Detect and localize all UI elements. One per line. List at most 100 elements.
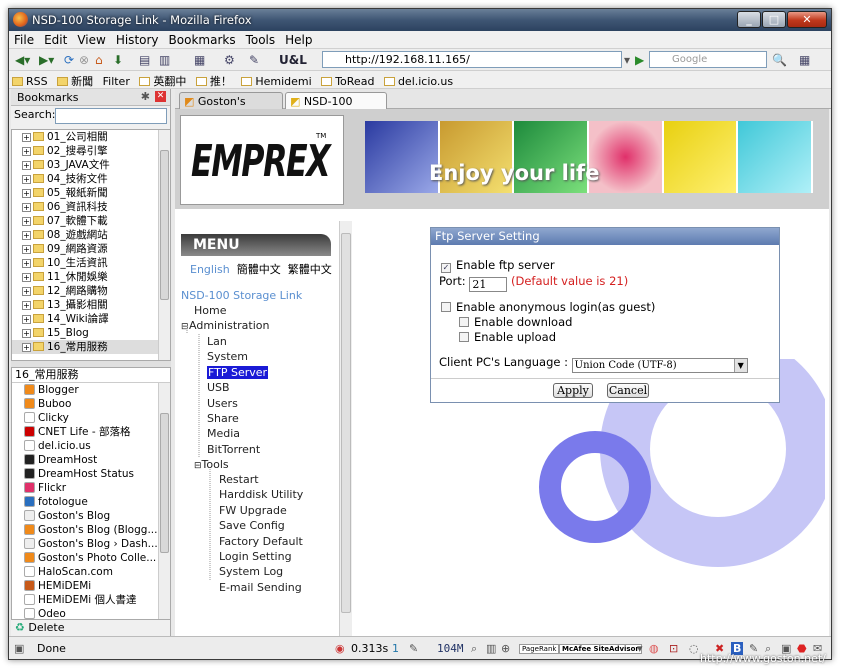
bookmark-item[interactable]: Goston's Photo Colle... xyxy=(12,551,170,565)
bookmark-item[interactable]: Goston's Blog xyxy=(12,509,170,523)
expand-icon[interactable]: + xyxy=(22,343,31,352)
bookmark-hemidemi[interactable]: Hemidemi xyxy=(238,73,314,88)
dropdown-icon[interactable]: ▾ xyxy=(637,642,643,655)
bookmark-item[interactable]: Buboo xyxy=(12,397,170,411)
bookmark-folder[interactable]: +07_軟體下載 xyxy=(12,214,170,228)
expand-icon[interactable]: + xyxy=(22,147,31,156)
lock-icon[interactable]: ⊡ xyxy=(669,642,678,655)
bookmark-filter[interactable]: Filter xyxy=(100,73,133,88)
bookmark-item[interactable]: Goston's Blog › Dash... xyxy=(12,537,170,551)
menu-file[interactable]: File xyxy=(9,31,39,47)
sidebar-close-icon[interactable]: ✕ xyxy=(155,91,166,102)
maximize-button[interactable]: □ xyxy=(762,11,786,28)
search-icon[interactable]: ⌕ xyxy=(471,642,477,656)
layout-icon[interactable]: ▦ xyxy=(799,52,810,68)
bookmark-item[interactable]: HaloScan.com xyxy=(12,565,170,579)
apply-button[interactable]: Apply xyxy=(553,383,593,398)
menu-view[interactable]: View xyxy=(72,31,110,47)
bookmark-item[interactable]: fotologue xyxy=(12,495,170,509)
bookmark-folder[interactable]: +06_資訊科技 xyxy=(12,200,170,214)
menu-tools[interactable]: Tools xyxy=(241,31,281,47)
bookmark-folder[interactable]: +09_網路資源 xyxy=(12,242,170,256)
menu-edit[interactable]: Edit xyxy=(39,31,72,47)
lang-simplified[interactable]: 簡體中文 xyxy=(237,263,281,276)
expand-icon[interactable]: + xyxy=(22,329,31,338)
expand-icon[interactable]: + xyxy=(22,315,31,324)
firefox-addon-icon[interactable]: ◍ xyxy=(649,642,659,655)
bookmark-news[interactable]: 新聞 xyxy=(54,71,96,89)
anon-login-checkbox[interactable] xyxy=(441,302,451,312)
bookmark-folder[interactable]: +02_搜尋引擎 xyxy=(12,144,170,158)
bookmark-rss[interactable]: RSS xyxy=(9,73,51,88)
bookmark-item[interactable]: Goston's Blog (Blogg... xyxy=(12,523,170,537)
bookmark-folder[interactable]: +04_技術文件 xyxy=(12,172,170,186)
expand-icon[interactable]: + xyxy=(22,287,31,296)
tab-goston-blog[interactable]: ◩ Goston's Blog... xyxy=(179,92,283,121)
bookmark-push[interactable]: 推！ xyxy=(193,71,235,89)
bookmark-folder[interactable]: +15_Blog xyxy=(12,326,170,340)
bookmark-delicious[interactable]: del.icio.us xyxy=(381,73,456,88)
enable-ftp-checkbox[interactable]: ✓ xyxy=(441,263,451,273)
menu-help[interactable]: Help xyxy=(280,31,317,47)
menu-history[interactable]: History xyxy=(111,31,164,47)
expand-icon[interactable]: + xyxy=(22,161,31,170)
bookmark-folder[interactable]: +08_遊戲網站 xyxy=(12,228,170,242)
expand-icon[interactable]: + xyxy=(22,175,31,184)
bookmark-folder[interactable]: +01_公司相關 xyxy=(12,130,170,144)
upload-checkbox[interactable] xyxy=(459,332,469,342)
go-icon[interactable]: ▶ xyxy=(635,52,644,68)
expand-icon[interactable]: + xyxy=(22,245,31,254)
bookmark-toread[interactable]: ToRead xyxy=(318,73,377,88)
gear-icon[interactable]: ⚙ xyxy=(224,52,235,68)
bookmark-folder[interactable]: +16_常用服務 xyxy=(12,340,170,354)
bookmark-translate[interactable]: 英翻中 xyxy=(136,71,189,89)
download-checkbox[interactable] xyxy=(459,317,469,327)
expand-icon[interactable]: + xyxy=(22,301,31,310)
bookmark-folder[interactable]: +10_生活資訊 xyxy=(12,256,170,270)
clipboard-icon[interactable]: ▥ xyxy=(486,642,496,655)
menu-item-factory-default[interactable]: Factory Default xyxy=(219,535,303,548)
url-field[interactable]: http://192.168.11.165/ xyxy=(322,51,622,68)
bookmark-item[interactable]: DreamHost Status xyxy=(12,467,170,481)
tree-scrollbar[interactable] xyxy=(158,130,170,360)
page-scrollbar[interactable] xyxy=(339,221,352,636)
menu-item-harddisk-utility[interactable]: Harddisk Utility xyxy=(219,488,303,501)
expand-icon[interactable]: + xyxy=(22,203,31,212)
bookmark-folder[interactable]: +11_休閒娛樂 xyxy=(12,270,170,284)
expand-icon[interactable]: + xyxy=(22,259,31,268)
siteadvisor-badge[interactable]: McAfee SiteAdvisor xyxy=(559,644,642,654)
bookmark-item[interactable]: Flickr xyxy=(12,481,170,495)
edit-icon[interactable]: ✎ xyxy=(409,642,418,655)
search-field[interactable]: Google xyxy=(649,51,767,68)
bookmark-folder[interactable]: +13_攝影相關 xyxy=(12,298,170,312)
back-icon[interactable]: ◀▾ xyxy=(15,52,30,68)
sidebar-options-icon[interactable]: ✱ xyxy=(141,90,150,103)
bookmark-item[interactable]: HEMiDEMi xyxy=(12,579,170,593)
port-input[interactable]: 21 xyxy=(469,277,508,292)
language-select[interactable]: Union Code (UTF-8) ▼ xyxy=(571,358,748,373)
delete-button[interactable]: ♻ Delete xyxy=(11,620,171,636)
bookmark-folder[interactable]: +05_報紙新聞 xyxy=(12,186,170,200)
settings-icon[interactable]: ⊕ xyxy=(501,642,510,655)
subpanel-scrollbar[interactable] xyxy=(158,383,170,619)
pagerank-badge[interactable]: PageRank xyxy=(519,644,560,654)
bookmark-toggle-icon[interactable]: ▥ xyxy=(159,52,170,68)
bookmark-item[interactable]: Odeo xyxy=(12,607,170,619)
bookmark-item[interactable]: Blogger xyxy=(12,383,170,397)
close-button[interactable]: ✕ xyxy=(787,11,827,28)
expand-icon[interactable]: + xyxy=(22,133,31,142)
expand-icon[interactable]: + xyxy=(22,231,31,240)
menu-home[interactable]: Home xyxy=(194,304,226,317)
menu-bookmarks[interactable]: Bookmarks xyxy=(164,31,241,47)
bookmark-folder[interactable]: +03_JAVA文件 xyxy=(12,158,170,172)
bookmark-item[interactable]: DreamHost xyxy=(12,453,170,467)
bookmark-item[interactable]: Clicky xyxy=(12,411,170,425)
search-go-icon[interactable]: 🔍 xyxy=(772,52,787,68)
sidebar-search-input[interactable] xyxy=(55,108,167,124)
bookmark-folder[interactable]: +12_網路購物 xyxy=(12,284,170,298)
expand-icon[interactable]: + xyxy=(22,189,31,198)
tab-nsd-100[interactable]: ◩ NSD-100 Stor... xyxy=(285,92,387,121)
url-dropdown-icon[interactable]: ▾ xyxy=(624,52,630,68)
menu-item-e-mail-sending[interactable]: E-mail Sending xyxy=(219,581,302,594)
download-icon[interactable]: ⬇ xyxy=(113,52,123,68)
